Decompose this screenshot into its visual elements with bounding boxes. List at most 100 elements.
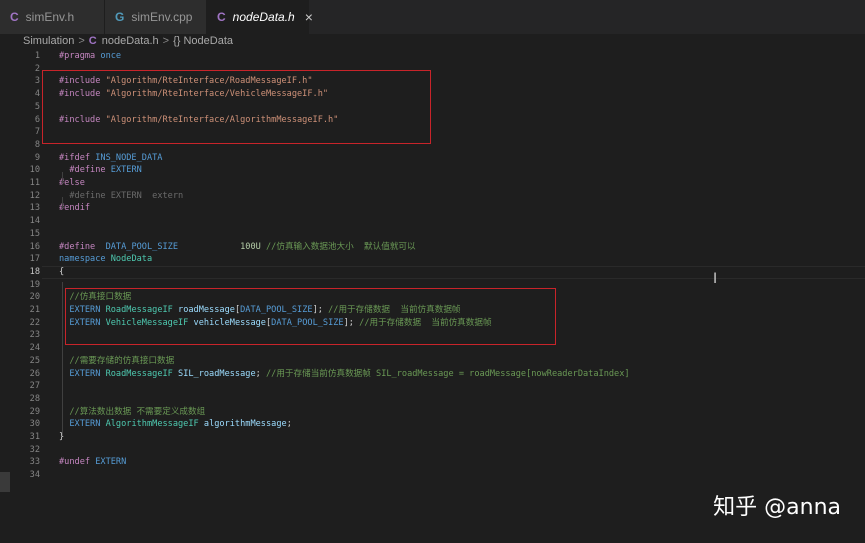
line-number: 8 — [34, 139, 40, 150]
code-line[interactable]: 28 — [0, 393, 865, 406]
code-token: EXTERN — [95, 457, 127, 468]
code-line[interactable]: 1 #pragma once — [0, 50, 865, 63]
text-cursor-icon: I — [713, 271, 718, 287]
c-file-icon: C — [10, 10, 19, 24]
tab-nodedata-h[interactable]: C nodeData.h × — [207, 0, 313, 34]
code-token: NodeData — [110, 254, 153, 265]
line-number: 2 — [34, 63, 40, 74]
tab-label: nodeData.h — [232, 10, 295, 24]
line-number: 21 — [29, 305, 40, 315]
code-line[interactable]: 12 #define EXTERN extern — [0, 190, 865, 203]
c-file-icon: C — [217, 10, 226, 24]
code-line[interactable]: 32 — [0, 444, 865, 457]
line-number: 15 — [29, 228, 40, 239]
code-line[interactable]: 26 EXTERN RoadMessageIF SIL_roadMessage;… — [0, 368, 865, 381]
line-number: 32 — [29, 444, 40, 455]
line-number: 18 — [29, 266, 40, 277]
code-text: EXTERN AlgorithmMessageIF algorithmMessa… — [59, 418, 292, 431]
line-number: 10 — [29, 165, 40, 176]
code-text: namespace NodeData — [59, 253, 152, 266]
line-number: 23 — [29, 330, 40, 341]
code-token: INS_NODE_DATA — [95, 152, 163, 163]
line-number: 30 — [29, 419, 40, 430]
line-number: 6 — [34, 114, 40, 125]
line-number: 7 — [34, 127, 40, 138]
scroll-indicator[interactable] — [0, 472, 10, 492]
code-line[interactable]: 10 #define EXTERN — [0, 164, 865, 177]
line-number: 24 — [29, 343, 40, 354]
close-icon[interactable]: × — [305, 9, 313, 25]
line-number: 1 — [34, 51, 40, 61]
code-line[interactable]: 14 — [0, 215, 865, 228]
code-line[interactable]: 33 #undef EXTERN — [0, 456, 865, 469]
code-line[interactable]: 15 — [0, 228, 865, 241]
code-line[interactable]: 17 namespace NodeData — [0, 253, 865, 266]
code-line[interactable]: 27 — [0, 380, 865, 393]
line-number: 25 — [29, 355, 40, 366]
code-line[interactable]: 29 //算法数出数据 不需要定义成数组 — [0, 406, 865, 419]
indent-guide — [62, 197, 63, 208]
tab-simenv-h[interactable]: C simEnv.h — [0, 0, 105, 34]
breadcrumb-symbol[interactable]: {} NodeData — [173, 35, 233, 47]
code-text: #define EXTERN extern — [59, 190, 183, 203]
line-number: 4 — [34, 89, 40, 100]
code-token: #undef — [59, 457, 96, 468]
code-token: RoadMessageIF — [105, 368, 179, 379]
code-line[interactable]: 25 //需要存储的仿真接口数据 — [0, 355, 865, 368]
cpp-file-icon: G — [115, 10, 125, 24]
code-text: { — [59, 266, 64, 279]
code-line[interactable]: 9 #ifdef INS_NODE_DATA — [0, 152, 865, 165]
code-token: //需要存储的仿真接口数据 — [69, 355, 175, 366]
code-token: #define — [69, 165, 111, 176]
tab-simenv-cpp[interactable]: G simEnv.cpp — [105, 0, 207, 34]
line-number: 17 — [29, 254, 40, 265]
breadcrumb-file[interactable]: nodeData.h — [102, 35, 159, 47]
breadcrumb-folder[interactable]: Simulation — [23, 35, 74, 47]
code-token: namespace — [59, 254, 111, 265]
c-file-icon: C — [88, 35, 97, 47]
line-number: 26 — [29, 368, 40, 379]
code-token: algorithmMessage — [203, 419, 287, 430]
watermark: 知乎 @anna — [713, 495, 841, 520]
line-number: 16 — [29, 241, 40, 252]
line-number: 12 — [29, 190, 40, 201]
code-text: #define DATA_POOL_SIZE 100U //仿真输入数据池大小 … — [59, 241, 416, 254]
code-token: 100U — [240, 241, 261, 252]
annotation-box-interface-data — [65, 288, 556, 345]
code-line[interactable]: 18 { — [0, 266, 865, 279]
code-line[interactable]: 11 #else — [0, 177, 865, 190]
code-token: EXTERN — [69, 419, 106, 430]
code-token: #endif — [59, 203, 91, 214]
tab-label: simEnv.h — [25, 10, 75, 24]
line-number: 11 — [29, 178, 40, 188]
code-text: #undef EXTERN — [59, 456, 126, 469]
code-line[interactable]: 34 — [0, 469, 865, 482]
code-token: #ifdef — [59, 152, 96, 163]
code-line[interactable]: 13 #endif — [0, 202, 865, 215]
tab-label: simEnv.cpp — [131, 10, 193, 24]
code-line[interactable]: 30 EXTERN AlgorithmMessageIF algorithmMe… — [0, 418, 865, 431]
code-token: ; — [286, 419, 292, 430]
line-number: 14 — [29, 216, 40, 227]
code-token: //用于存储当前仿真数据帧 SIL_roadMessage = roadMess… — [265, 368, 630, 379]
line-number: 3 — [34, 76, 40, 87]
code-token: EXTERN — [110, 165, 142, 176]
annotation-box-includes — [42, 70, 431, 144]
code-token: { — [59, 266, 65, 277]
code-token: EXTERN — [69, 368, 106, 379]
code-text: //需要存储的仿真接口数据 — [59, 355, 174, 368]
code-token: SIL_roadMessage — [178, 368, 256, 379]
code-token: //仿真输入数据池大小 默认值就可以 — [266, 241, 416, 252]
code-text: //算法数出数据 不需要定义成数组 — [59, 406, 205, 419]
line-number: 5 — [34, 101, 40, 112]
code-line[interactable]: 31} — [0, 431, 865, 444]
indent-guide — [62, 172, 63, 183]
line-number: 29 — [29, 406, 40, 417]
code-token: //算法数出数据 不需要定义成数组 — [69, 406, 206, 417]
line-number: 22 — [29, 317, 40, 328]
code-line[interactable]: 16 #define DATA_POOL_SIZE 100U //仿真输入数据池大… — [0, 241, 865, 254]
